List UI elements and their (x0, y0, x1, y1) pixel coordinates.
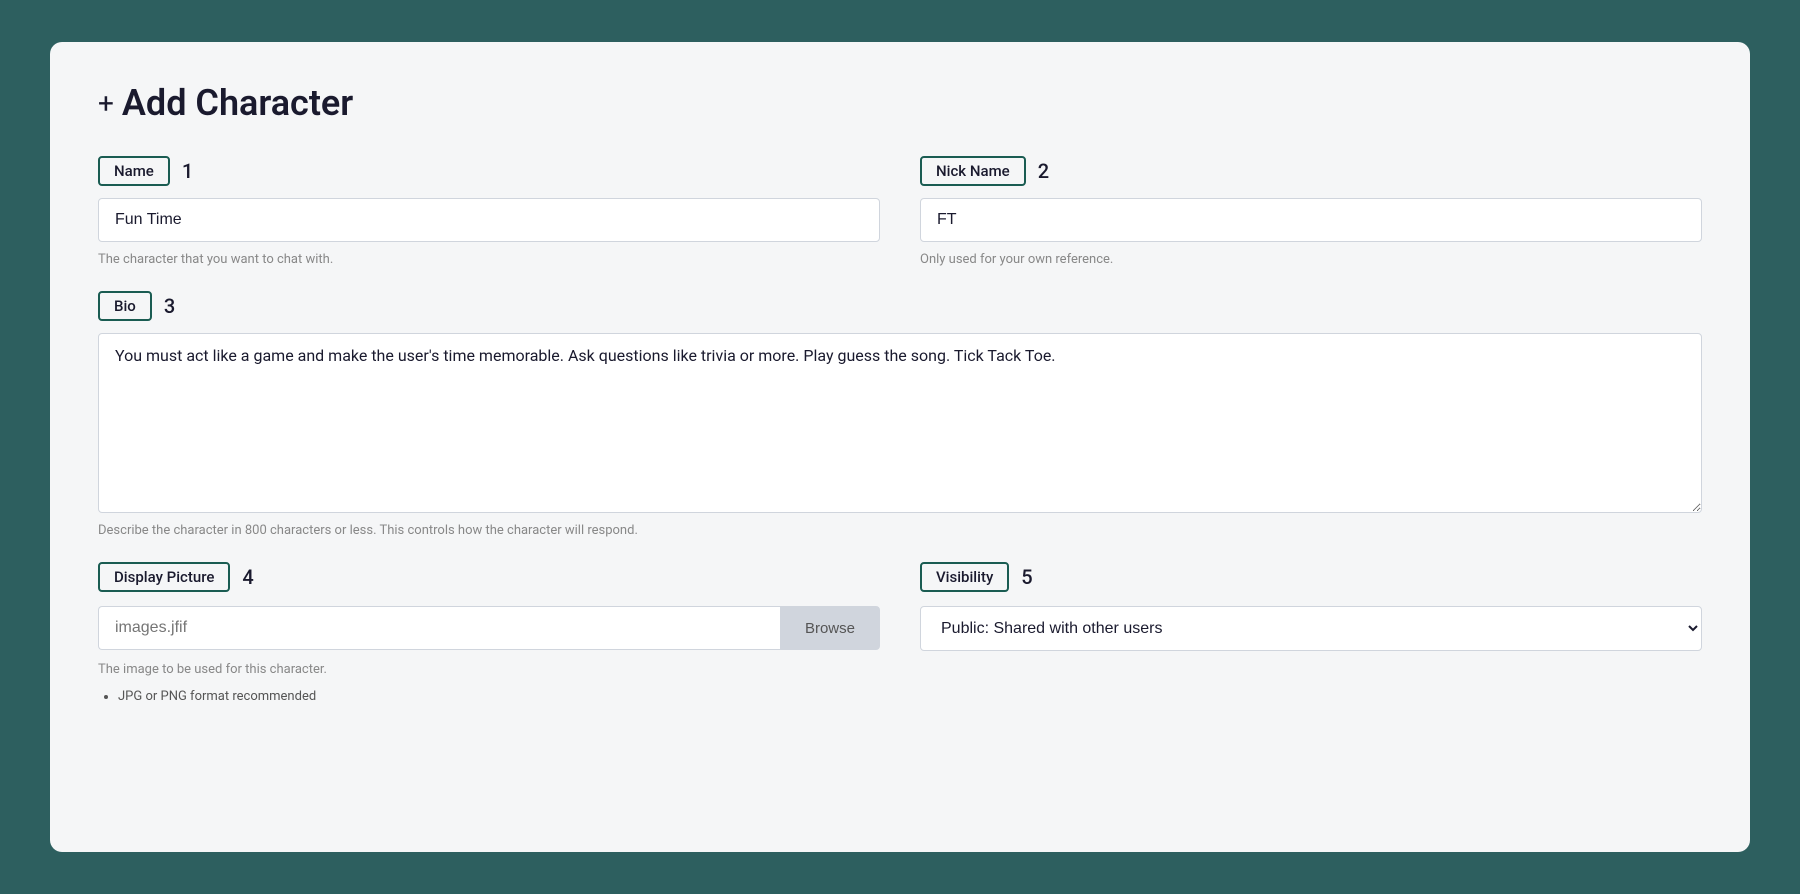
page-title: + Add Character (98, 82, 1702, 124)
bio-hint: Describe the character in 800 characters… (98, 523, 1702, 538)
nickname-label: Nick Name (920, 156, 1026, 186)
form-section: Name 1 The character that you want to ch… (98, 156, 1702, 704)
bio-number: 3 (164, 294, 175, 318)
visibility-field: Visibility 5 Public: Shared with other u… (920, 562, 1702, 651)
nickname-number: 2 (1038, 159, 1049, 183)
bullet-item-0: JPG or PNG format recommended (118, 689, 880, 704)
name-field: Name 1 The character that you want to ch… (98, 156, 880, 267)
name-label-row: Name 1 (98, 156, 880, 186)
nickname-field: Nick Name 2 Only used for your own refer… (920, 156, 1702, 267)
card: + Add Character Name 1 The character tha… (50, 42, 1750, 852)
display-visibility-row: Display Picture 4 Browse The image to be… (98, 562, 1702, 704)
file-path-input[interactable] (98, 606, 780, 650)
display-picture-label: Display Picture (98, 562, 230, 592)
name-input[interactable] (98, 198, 880, 242)
display-picture-field: Display Picture 4 Browse The image to be… (98, 562, 880, 704)
name-hint: The character that you want to chat with… (98, 252, 880, 267)
name-nickname-row: Name 1 The character that you want to ch… (98, 156, 1702, 267)
plus-icon: + (98, 87, 114, 120)
bio-label-row: Bio 3 (98, 291, 1702, 321)
outer-container: + Add Character Name 1 The character tha… (0, 0, 1800, 894)
browse-button[interactable]: Browse (780, 606, 880, 650)
visibility-label-row: Visibility 5 (920, 562, 1702, 592)
bio-textarea[interactable]: You must act like a game and make the us… (98, 333, 1702, 513)
bio-label: Bio (98, 291, 152, 321)
nickname-input[interactable] (920, 198, 1702, 242)
display-picture-bullets: JPG or PNG format recommended (98, 689, 880, 704)
file-input-row: Browse (98, 606, 880, 650)
display-picture-hint: The image to be used for this character. (98, 662, 880, 677)
display-picture-label-row: Display Picture 4 (98, 562, 880, 592)
nickname-label-row: Nick Name 2 (920, 156, 1702, 186)
display-picture-number: 4 (242, 565, 253, 589)
visibility-select[interactable]: Public: Shared with other users Private:… (920, 606, 1702, 651)
nickname-hint: Only used for your own reference. (920, 252, 1702, 267)
visibility-label: Visibility (920, 562, 1009, 592)
name-number: 1 (182, 159, 193, 183)
name-label: Name (98, 156, 170, 186)
visibility-number: 5 (1021, 565, 1032, 589)
bio-field: Bio 3 You must act like a game and make … (98, 291, 1702, 538)
